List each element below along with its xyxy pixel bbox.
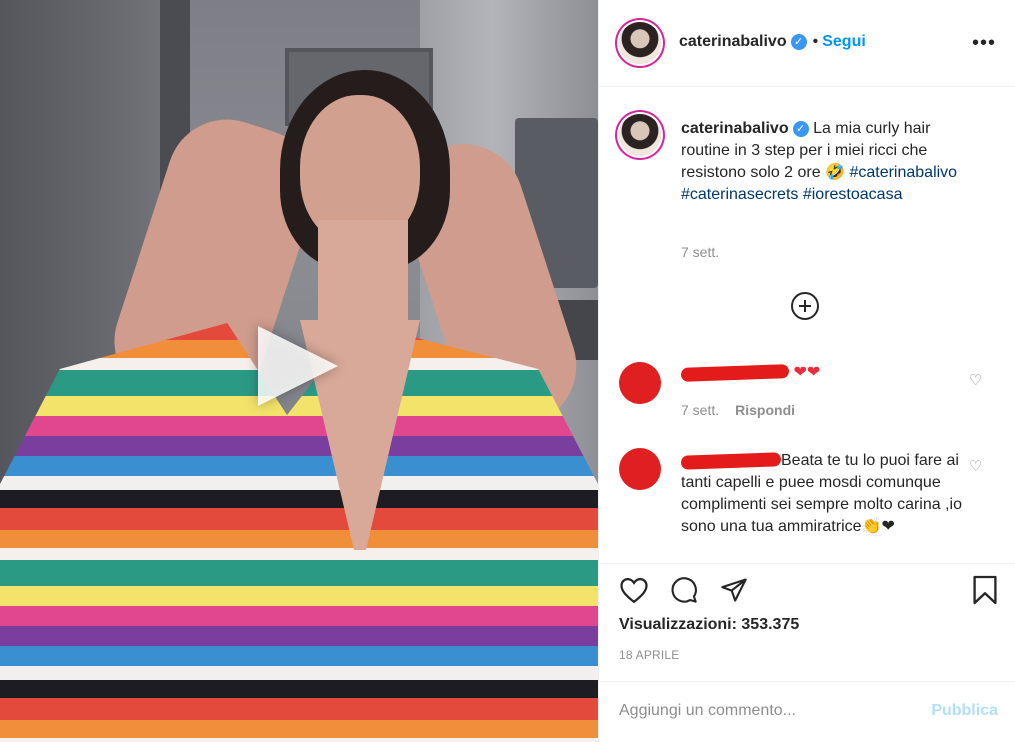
post-author: caterinabalivo ✓ • Segui <box>679 33 866 51</box>
verified-badge-icon: ✓ <box>792 121 809 137</box>
heart-icon[interactable]: ♡ <box>969 373 983 388</box>
hashtag-link[interactable]: #caterinasecrets <box>681 186 798 203</box>
comment-body: Beata te tu lo puoi fare ai tanti capell… <box>681 450 963 550</box>
view-count[interactable]: Visualizzazioni: 353.375 <box>619 616 799 634</box>
username-link[interactable]: caterinabalivo <box>679 33 787 50</box>
comment-icon[interactable] <box>669 576 699 604</box>
views-label: Visualizzazioni: <box>619 616 737 633</box>
hashtag-link[interactable]: #iorestoacasa <box>803 186 903 203</box>
play-icon[interactable] <box>258 326 338 406</box>
caption-username[interactable]: caterinabalivo <box>681 120 789 137</box>
heart-icon[interactable]: ♡ <box>969 459 983 474</box>
comment-avatar-redacted[interactable] <box>619 362 661 404</box>
comment-input[interactable] <box>619 702 919 720</box>
post-panel: caterinabalivo ✓ • Segui ••• caterinabalivo… <box>598 0 1015 742</box>
follow-button[interactable]: Segui <box>822 33 866 50</box>
share-icon[interactable] <box>719 576 749 604</box>
post-header: caterinabalivo ✓ • Segui ••• <box>599 0 1015 87</box>
views-value: 353.375 <box>741 616 800 633</box>
avatar[interactable] <box>619 22 661 64</box>
comment-text: ❤❤ <box>793 364 821 381</box>
hashtag-link[interactable]: #caterinabalivo <box>849 164 957 181</box>
video-player[interactable] <box>0 0 598 742</box>
more-options-icon[interactable]: ••• <box>972 33 996 53</box>
heart-icon[interactable] <box>619 576 649 604</box>
caption-avatar[interactable] <box>619 114 661 156</box>
add-comment-bar: Pubblica <box>599 681 1015 742</box>
redacted-username <box>681 452 782 470</box>
post-comment-button[interactable]: Pubblica <box>931 702 998 720</box>
post-date[interactable]: 18 APRILE <box>619 648 680 662</box>
reply-button[interactable]: Rispondi <box>735 402 795 418</box>
save-icon[interactable] <box>972 574 998 606</box>
caption-time[interactable]: 7 sett. <box>681 244 719 260</box>
comment-time[interactable]: 7 sett. <box>681 402 719 418</box>
caption-text: caterinabalivo ✓ La mia curly hair routin… <box>681 118 981 206</box>
comment-body: ❤❤ <box>680 362 963 384</box>
verified-badge-icon: ✓ <box>790 34 807 50</box>
separator-dot: • <box>812 33 819 50</box>
action-bar <box>599 563 1015 614</box>
load-more-icon[interactable] <box>791 292 819 320</box>
comment-meta: 7 sett. Rispondi <box>681 402 795 418</box>
comment-avatar-redacted[interactable] <box>619 448 661 490</box>
redacted-username <box>680 363 790 382</box>
